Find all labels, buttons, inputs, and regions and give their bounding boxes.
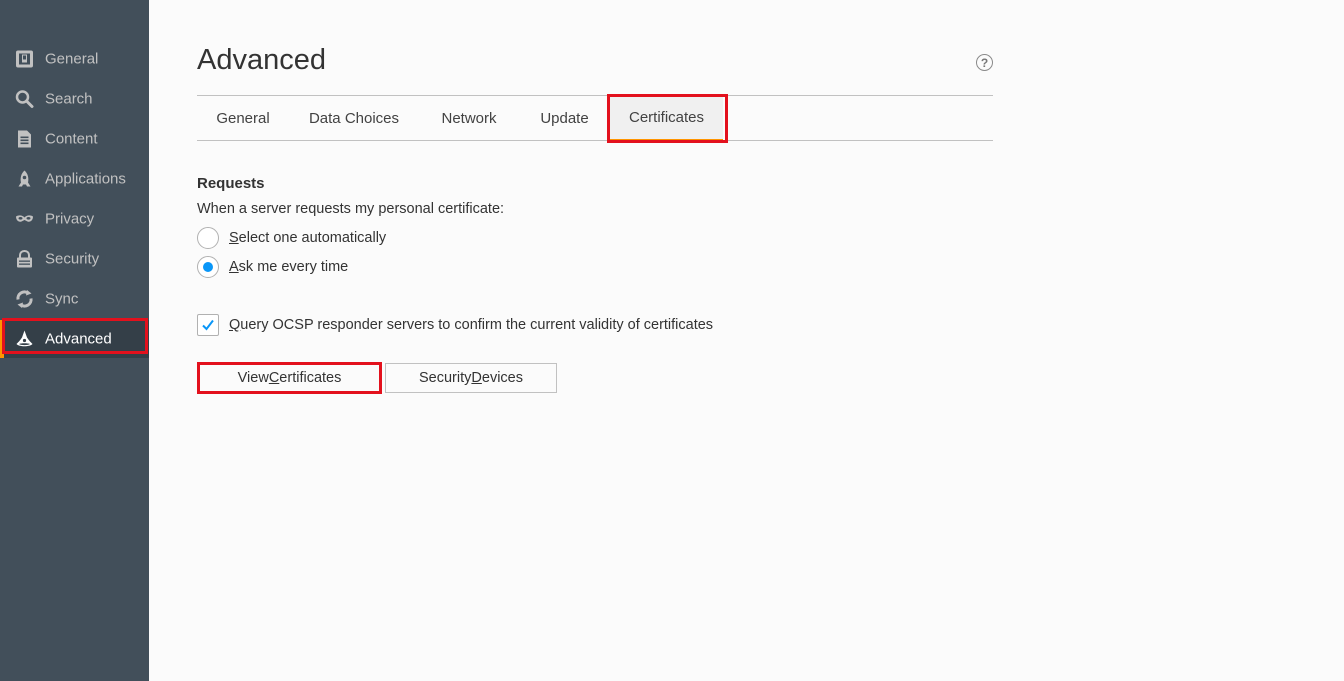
sidebar-item-sync[interactable]: Sync xyxy=(0,280,149,318)
ocsp-checkbox[interactable] xyxy=(197,314,219,336)
radio-label: Ask me every time xyxy=(229,259,349,275)
tab-network[interactable]: Network xyxy=(419,96,519,141)
radio-label: Select one automatically xyxy=(229,230,387,246)
view-certificates-button[interactable]: View Certificates xyxy=(197,363,382,393)
radio-ask-every-time[interactable]: Ask me every time xyxy=(197,256,348,278)
requests-description: When a server requests my personal certi… xyxy=(197,201,505,217)
tab-bar: General Data Choices Network Update Cert… xyxy=(197,95,993,141)
security-devices-button[interactable]: Security Devices xyxy=(385,363,557,393)
sidebar-item-label: Advanced xyxy=(45,330,112,348)
page-title: Advanced xyxy=(197,44,326,76)
security-lock-icon xyxy=(15,249,34,269)
advanced-wizard-hat-icon xyxy=(15,330,34,349)
sidebar-item-label: Content xyxy=(45,130,98,148)
sidebar-item-applications[interactable]: Applications xyxy=(0,160,149,198)
sidebar-item-content[interactable]: Content xyxy=(0,120,149,158)
applications-icon xyxy=(15,170,34,189)
ocsp-label: Query OCSP responder servers to confirm … xyxy=(229,317,714,333)
tab-update[interactable]: Update xyxy=(519,96,610,141)
sidebar-item-security[interactable]: Security xyxy=(0,240,149,278)
sidebar-item-search[interactable]: Search xyxy=(0,80,149,118)
help-icon[interactable]: ? xyxy=(976,54,993,71)
sidebar-item-label: Search xyxy=(45,90,93,108)
search-icon xyxy=(15,90,34,109)
sidebar-item-label: Sync xyxy=(45,290,79,308)
ocsp-checkbox-row[interactable]: Query OCSP responder servers to confirm … xyxy=(197,314,713,336)
requests-heading: Requests xyxy=(197,175,265,192)
radio-button[interactable] xyxy=(197,227,219,249)
sidebar-item-label: Privacy xyxy=(45,210,95,228)
main-pane: Advanced ? General Data Choices Network … xyxy=(149,0,1344,681)
sidebar-item-label: Applications xyxy=(45,170,126,188)
content-icon xyxy=(15,130,34,149)
sync-icon xyxy=(15,290,34,309)
sidebar-item-label: Security xyxy=(45,250,100,268)
tab-certificates[interactable]: Certificates xyxy=(610,96,723,141)
tab-general[interactable]: General xyxy=(197,96,289,141)
sidebar-item-label: General xyxy=(45,50,99,68)
privacy-mask-icon xyxy=(15,210,34,229)
radio-select-automatically[interactable]: Select one automatically xyxy=(197,227,386,249)
sidebar-item-general[interactable]: General xyxy=(0,40,149,78)
checkmark-icon xyxy=(202,319,214,331)
general-icon xyxy=(15,50,34,69)
sidebar-item-privacy[interactable]: Privacy xyxy=(0,200,149,238)
sidebar: General Search Content Applications Priv… xyxy=(0,0,149,681)
radio-button[interactable] xyxy=(197,256,219,278)
sidebar-item-advanced[interactable]: Advanced xyxy=(0,320,149,358)
tab-data-choices[interactable]: Data Choices xyxy=(289,96,419,141)
